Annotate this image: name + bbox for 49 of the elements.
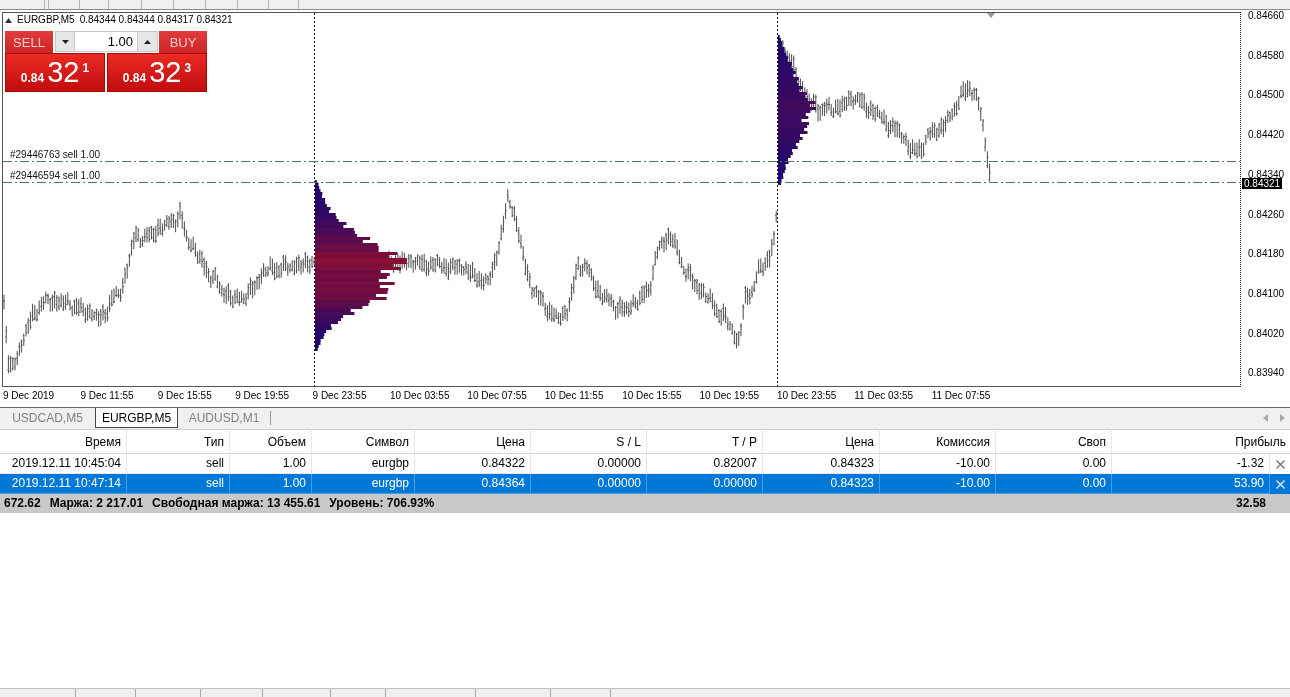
column-header[interactable]: Объем (230, 429, 312, 454)
chart-symbol: EURGBP,M5 (17, 14, 75, 26)
time-label: 10 Dec 07:55 (467, 390, 528, 403)
time-label: 10 Dec 11:55 (544, 390, 605, 403)
price-label: 0.84100 (1248, 289, 1285, 299)
down-triangle-icon[interactable] (987, 13, 995, 18)
column-header[interactable]: S / L (531, 429, 647, 454)
column-header[interactable]: Цена (415, 429, 531, 454)
column-header[interactable]: Прибыль (1112, 429, 1290, 454)
summary-text: Маржа: 2 217.01 (49, 495, 144, 512)
time-label: 9 Dec 2019 (3, 390, 56, 403)
time-label: 9 Dec 23:55 (312, 390, 368, 403)
summary-text: Свободная маржа: 13 455.61 (152, 495, 321, 512)
price-label: 0.84500 (1248, 90, 1285, 100)
price-label: 0.84020 (1248, 328, 1285, 338)
time-label: 11 Dec 07:55 (931, 390, 992, 403)
column-header[interactable]: Время (0, 429, 127, 454)
table-row[interactable]: 2019.12.11 10:47:14 sell 1.00 eurgbp 0.84364 0.00000 0.00000 0.84323 -10.00 0.00 53.90 (0, 474, 1290, 494)
column-header[interactable]: Тип (127, 429, 230, 454)
close-icon[interactable] (1275, 459, 1285, 469)
total-profit: 32.58 (1234, 495, 1267, 512)
price-label: 0.84260 (1248, 209, 1285, 219)
column-header[interactable]: Символ (312, 429, 415, 454)
column-header[interactable]: Комиссия (880, 429, 996, 454)
column-header[interactable]: Своп (996, 429, 1112, 454)
price-label: 0.83940 (1248, 368, 1285, 378)
price-label: 0.84580 (1248, 50, 1285, 60)
summary-text: 672.62 (4, 495, 41, 512)
time-label: 10 Dec 19:55 (699, 390, 760, 403)
time-label: 9 Dec 11:55 (80, 390, 135, 403)
time-label: 10 Dec 03:55 (389, 390, 451, 403)
summary-text: Уровень: 706.93% (329, 495, 435, 512)
price-label: 0.84180 (1248, 249, 1285, 259)
time-label: 9 Dec 19:55 (235, 390, 291, 403)
price-label: 0.84660 (1248, 11, 1285, 20)
time-label: 11 Dec 03:55 (854, 390, 915, 403)
chart-tab[interactable]: USDCAD,M5 (0, 408, 95, 428)
current-price-label: 0.84321 (1242, 178, 1283, 189)
price-label: 0.84340 (1248, 169, 1285, 179)
chart-tab[interactable]: AUDUSD,M1 (178, 408, 270, 428)
time-label: 9 Dec 15:55 (157, 390, 213, 403)
column-header[interactable]: Цена (763, 429, 880, 454)
up-triangle-icon[interactable] (5, 17, 12, 23)
time-label: 10 Dec 23:55 (776, 390, 838, 403)
time-label: 10 Dec 15:55 (622, 390, 683, 403)
price-label: 0.84420 (1248, 130, 1285, 140)
chart-tab[interactable]: EURGBP,M5 (95, 408, 178, 428)
column-header[interactable]: T / P (647, 429, 763, 454)
chart-prices: 0.84344 0.84344 0.84317 0.84321 (79, 14, 233, 26)
